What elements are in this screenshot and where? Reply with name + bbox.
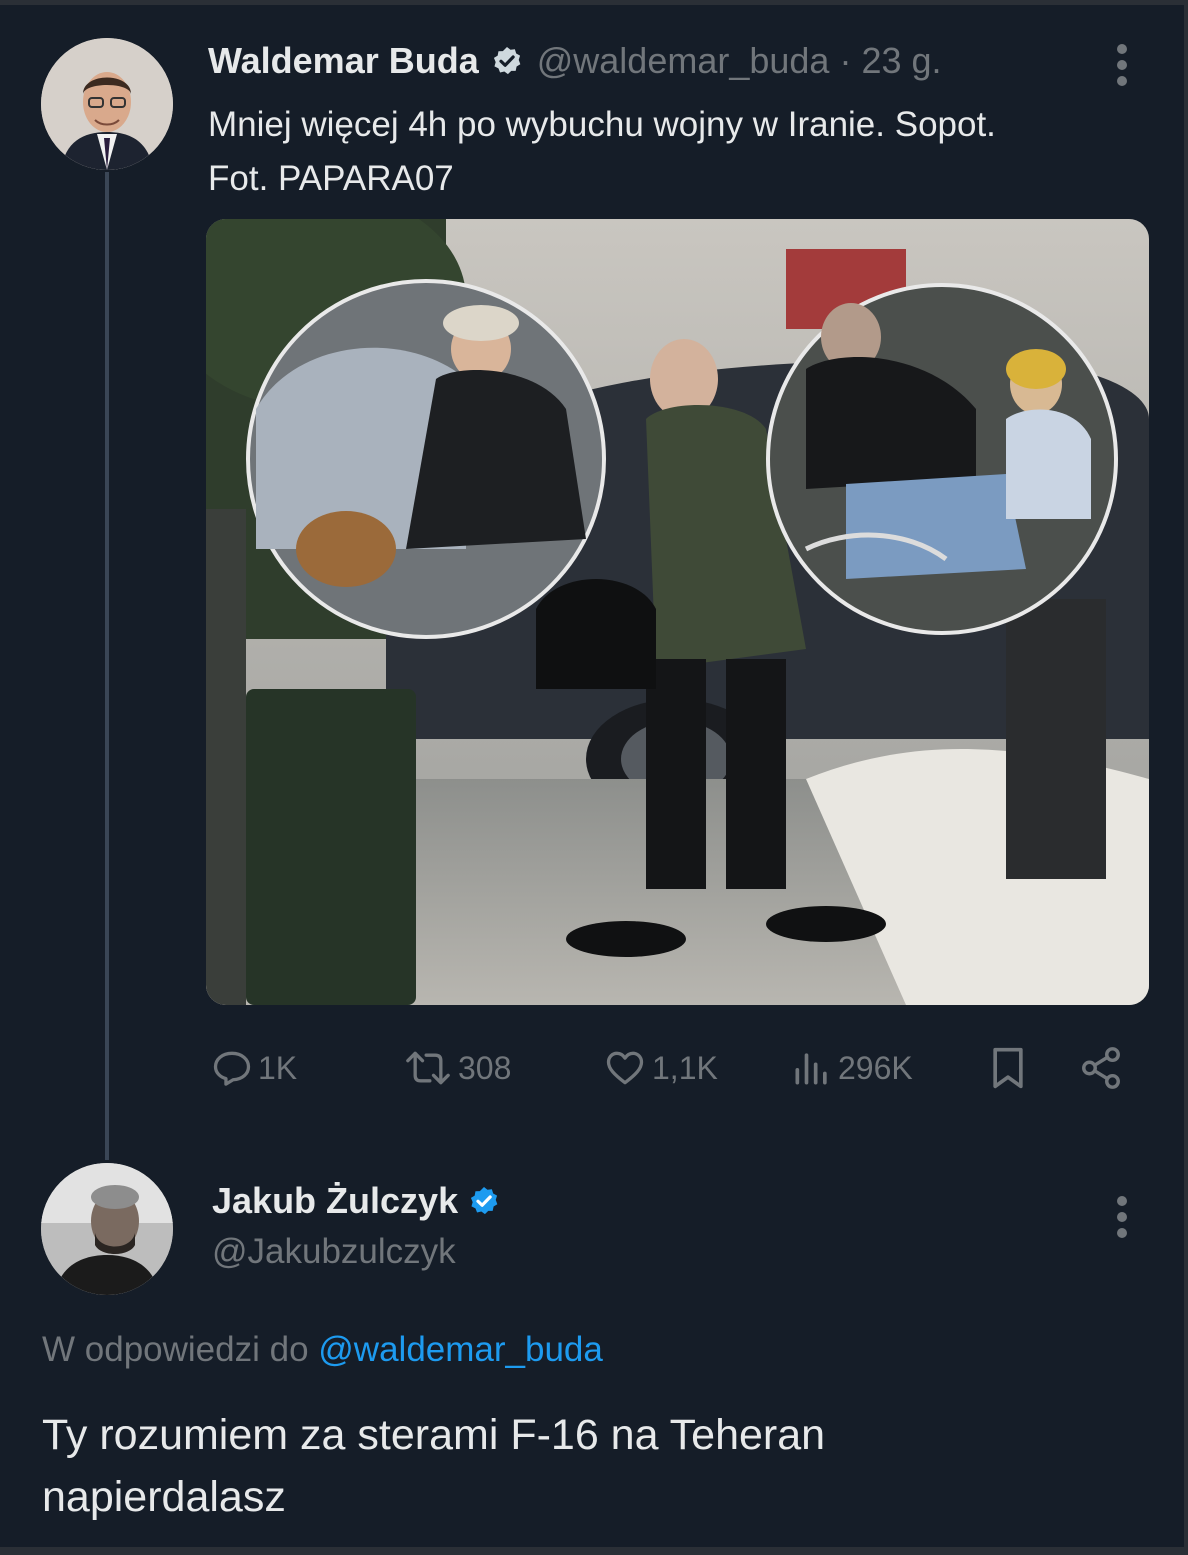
reply-count: 1K: [258, 1049, 298, 1086]
reply-text-line: napierdalasz: [42, 1473, 286, 1521]
frame-border-top: [0, 0, 1188, 5]
avatar-photo-icon: [41, 1163, 173, 1295]
tweet-header: Waldemar Buda @waldemar_buda · 23 g.: [208, 40, 942, 82]
share-button[interactable]: [1078, 1040, 1128, 1096]
in-reply-to-mention-link[interactable]: @waldemar_buda: [318, 1330, 603, 1369]
reply-author-handle[interactable]: @Jakubzulczyk: [212, 1232, 456, 1272]
views-button[interactable]: 296K: [790, 1040, 913, 1096]
photo-image-icon: [206, 219, 1149, 1005]
reply-button[interactable]: 1K: [210, 1040, 297, 1096]
reply-text-line: Ty rozumiem za sterami F-16 na Teheran: [42, 1411, 826, 1459]
like-count: 1,1K: [652, 1049, 718, 1086]
share-icon: [1082, 1047, 1120, 1089]
repost-button[interactable]: 308: [402, 1040, 511, 1096]
author-avatar[interactable]: [41, 38, 173, 170]
more-vertical-icon-dot: [1117, 60, 1127, 70]
reply-author-avatar[interactable]: [41, 1163, 173, 1295]
tweet-text-line: Mniej więcej 4h po wybuchu wojny w Irani…: [208, 105, 996, 144]
more-vertical-icon-dot: [1117, 1228, 1127, 1238]
more-vertical-icon: [1117, 1196, 1127, 1206]
tweet-action-bar: 1K 308 1,1K 296K: [206, 1040, 1136, 1096]
frame-border-bottom: [0, 1547, 1188, 1555]
heart-icon: [606, 1051, 644, 1085]
more-options-button[interactable]: [1112, 40, 1132, 90]
in-reply-to-prefix: W odpowiedzi do: [42, 1330, 309, 1369]
meta-separator: ·: [839, 40, 852, 81]
reply-text: Ty rozumiem za sterami F-16 na Teheran n…: [42, 1404, 1142, 1528]
bookmark-icon: [993, 1047, 1023, 1089]
like-button[interactable]: 1,1K: [602, 1040, 718, 1096]
frame-border-right: [1184, 0, 1188, 1555]
tweet-timestamp[interactable]: 23 g.: [861, 40, 941, 82]
speech-bubble-icon: [213, 1051, 251, 1086]
verified-badge-icon: [493, 47, 521, 75]
tweet-photo[interactable]: [206, 219, 1149, 1005]
verified-badge-icon: [471, 1187, 498, 1215]
repost-count: 308: [458, 1049, 512, 1086]
bar-chart-icon: [795, 1053, 827, 1085]
reply-author-name-row: Jakub Żulczyk: [212, 1180, 500, 1222]
author-handle[interactable]: @waldemar_buda: [537, 40, 830, 82]
more-vertical-icon-dot: [1117, 76, 1127, 86]
tweet-thread-screenshot: Waldemar Buda @waldemar_buda · 23 g. Mni…: [0, 0, 1188, 1555]
thread-connector-line: [105, 172, 109, 1160]
reply-author-display-name[interactable]: Jakub Żulczyk: [212, 1180, 458, 1222]
tweet-text: Mniej więcej 4h po wybuchu wojny w Irani…: [208, 98, 1148, 206]
reply-more-options-button[interactable]: [1112, 1192, 1132, 1242]
avatar-photo-icon: [41, 38, 173, 170]
tweet-text-line: Fot. PAPARA07: [208, 159, 454, 198]
views-count: 296K: [838, 1049, 913, 1086]
author-display-name[interactable]: Waldemar Buda: [208, 40, 479, 82]
repost-arrows-icon: [406, 1051, 450, 1085]
more-vertical-icon: [1117, 44, 1127, 54]
in-reply-to-line: W odpowiedzi do @waldemar_buda: [42, 1330, 603, 1370]
more-vertical-icon-dot: [1117, 1212, 1127, 1222]
bookmark-button[interactable]: [986, 1040, 1034, 1096]
